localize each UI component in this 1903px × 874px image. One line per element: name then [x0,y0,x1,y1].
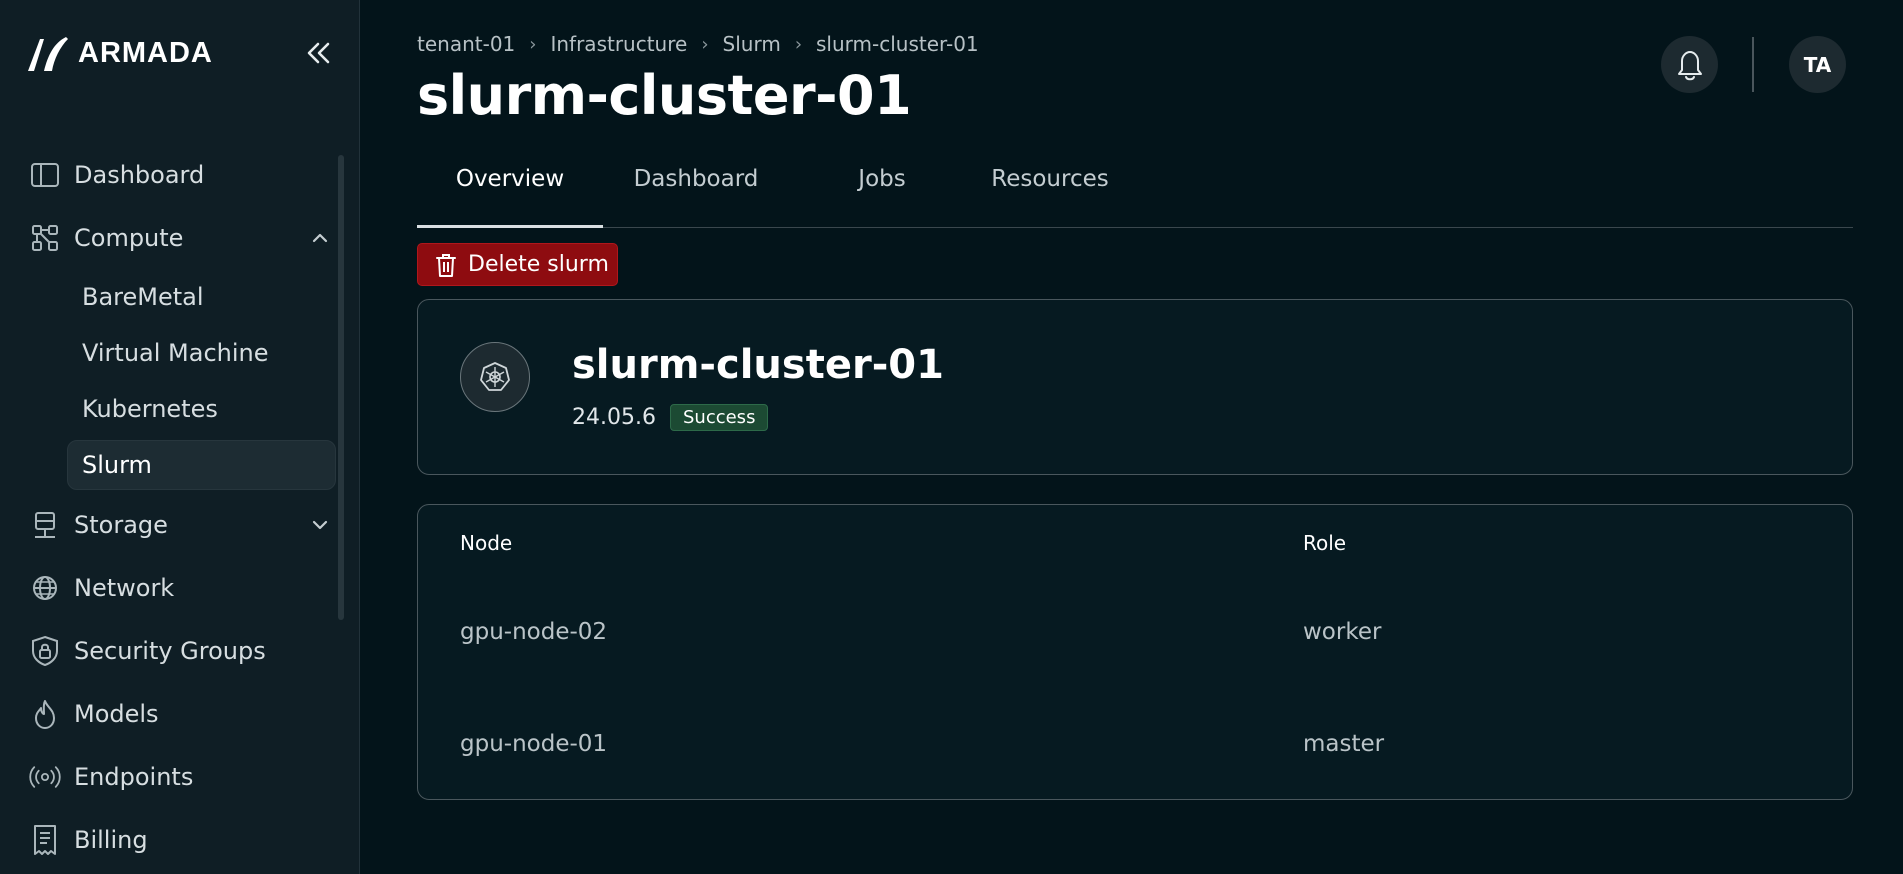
storage-server-icon [28,508,62,542]
breadcrumb-infrastructure[interactable]: Infrastructure [550,32,687,56]
sidebar-nav: Dashboard Compute BareMetal Virtual Mach… [0,143,340,871]
double-chevron-left-icon [307,42,330,64]
chevron-down-icon [312,520,328,529]
sidebar-item-label: Models [74,699,159,728]
sidebar-scrollbar[interactable] [338,155,344,620]
table-row[interactable]: gpu-node-01 master [418,731,1852,843]
trash-icon [436,253,456,277]
breadcrumb-current: slurm-cluster-01 [816,32,979,56]
nodes-table: Node Role gpu-node-02 worker gpu-node-01… [417,504,1853,800]
status-badge: Success [669,404,769,431]
bell-icon [1677,50,1702,80]
receipt-icon [28,823,62,857]
page-title: slurm-cluster-01 [417,64,912,127]
node-name-cell: gpu-node-01 [460,731,608,757]
shield-lock-icon [28,634,62,668]
chevron-up-icon [312,233,328,242]
delete-button-label: Delete slurm [468,252,609,277]
brand-logo[interactable]: ARMADA [26,33,213,73]
sidebar-item-label: Dashboard [74,160,205,189]
tab-resources[interactable]: Resources [975,152,1125,228]
tab-bar: Overview Dashboard Jobs Resources [417,152,1853,228]
armada-logo-icon [28,37,68,71]
cluster-meta: 24.05.6 Success [572,404,769,431]
sidebar-panel-icon [28,158,62,192]
node-name-cell: gpu-node-02 [460,619,608,645]
flame-icon [28,697,62,731]
sidebar: ARMADA Dashboard Compute BareMetal Virtu… [0,0,360,874]
column-header-node: Node [460,531,513,555]
column-header-role: Role [1303,531,1347,555]
sidebar-item-endpoints[interactable]: Endpoints [0,745,340,808]
compute-nodes-icon [28,221,62,255]
tab-dashboard[interactable]: Dashboard [603,152,789,228]
tab-overview[interactable]: Overview [417,152,603,228]
sidebar-subitem-baremetal[interactable]: BareMetal [0,269,340,325]
sidebar-item-label: Storage [74,510,168,539]
chevron-right-icon: › [701,33,709,55]
sidebar-item-label: Billing [74,825,148,854]
sidebar-item-label: Endpoints [74,762,194,791]
cluster-version: 24.05.6 [572,405,656,430]
tab-jobs[interactable]: Jobs [789,152,975,228]
sidebar-subitem-kubernetes[interactable]: Kubernetes [0,381,340,437]
collapse-sidebar-button[interactable] [300,36,336,70]
kubernetes-helm-icon [460,342,530,412]
sidebar-item-models[interactable]: Models [0,682,340,745]
chevron-right-icon: › [794,33,803,55]
globe-icon [28,571,62,605]
sidebar-item-compute[interactable]: Compute [0,206,340,269]
sidebar-subitem-slurm[interactable]: Slurm [67,440,336,490]
sidebar-item-label: Network [74,573,175,602]
header-divider [1752,37,1754,92]
sidebar-item-billing[interactable]: Billing [0,808,340,871]
broadcast-icon [28,760,62,794]
sidebar-item-label: Security Groups [74,636,266,665]
cluster-name: slurm-cluster-01 [572,342,944,388]
node-role-cell: worker [1303,619,1382,645]
breadcrumb-tenant[interactable]: tenant-01 [417,32,515,56]
breadcrumb-slurm[interactable]: Slurm [723,32,781,56]
sidebar-item-security-groups[interactable]: Security Groups [0,619,340,682]
brand-name: ARMADA [78,36,213,69]
sidebar-item-network[interactable]: Network [0,556,340,619]
node-role-cell: master [1303,731,1385,757]
sidebar-item-storage[interactable]: Storage [0,493,340,556]
cluster-summary-card: slurm-cluster-01 24.05.6 Success [417,299,1853,475]
table-row[interactable]: gpu-node-02 worker [418,619,1852,731]
breadcrumb: tenant-01 › Infrastructure › Slurm › slu… [417,32,979,56]
sidebar-subitem-virtual-machine[interactable]: Virtual Machine [0,325,340,381]
chevron-right-icon: › [529,33,537,55]
notifications-button[interactable] [1661,36,1718,93]
user-avatar[interactable]: TA [1789,36,1846,93]
sidebar-item-dashboard[interactable]: Dashboard [0,143,340,206]
sidebar-item-label: Compute [74,223,184,252]
delete-slurm-button[interactable]: Delete slurm [417,243,618,286]
